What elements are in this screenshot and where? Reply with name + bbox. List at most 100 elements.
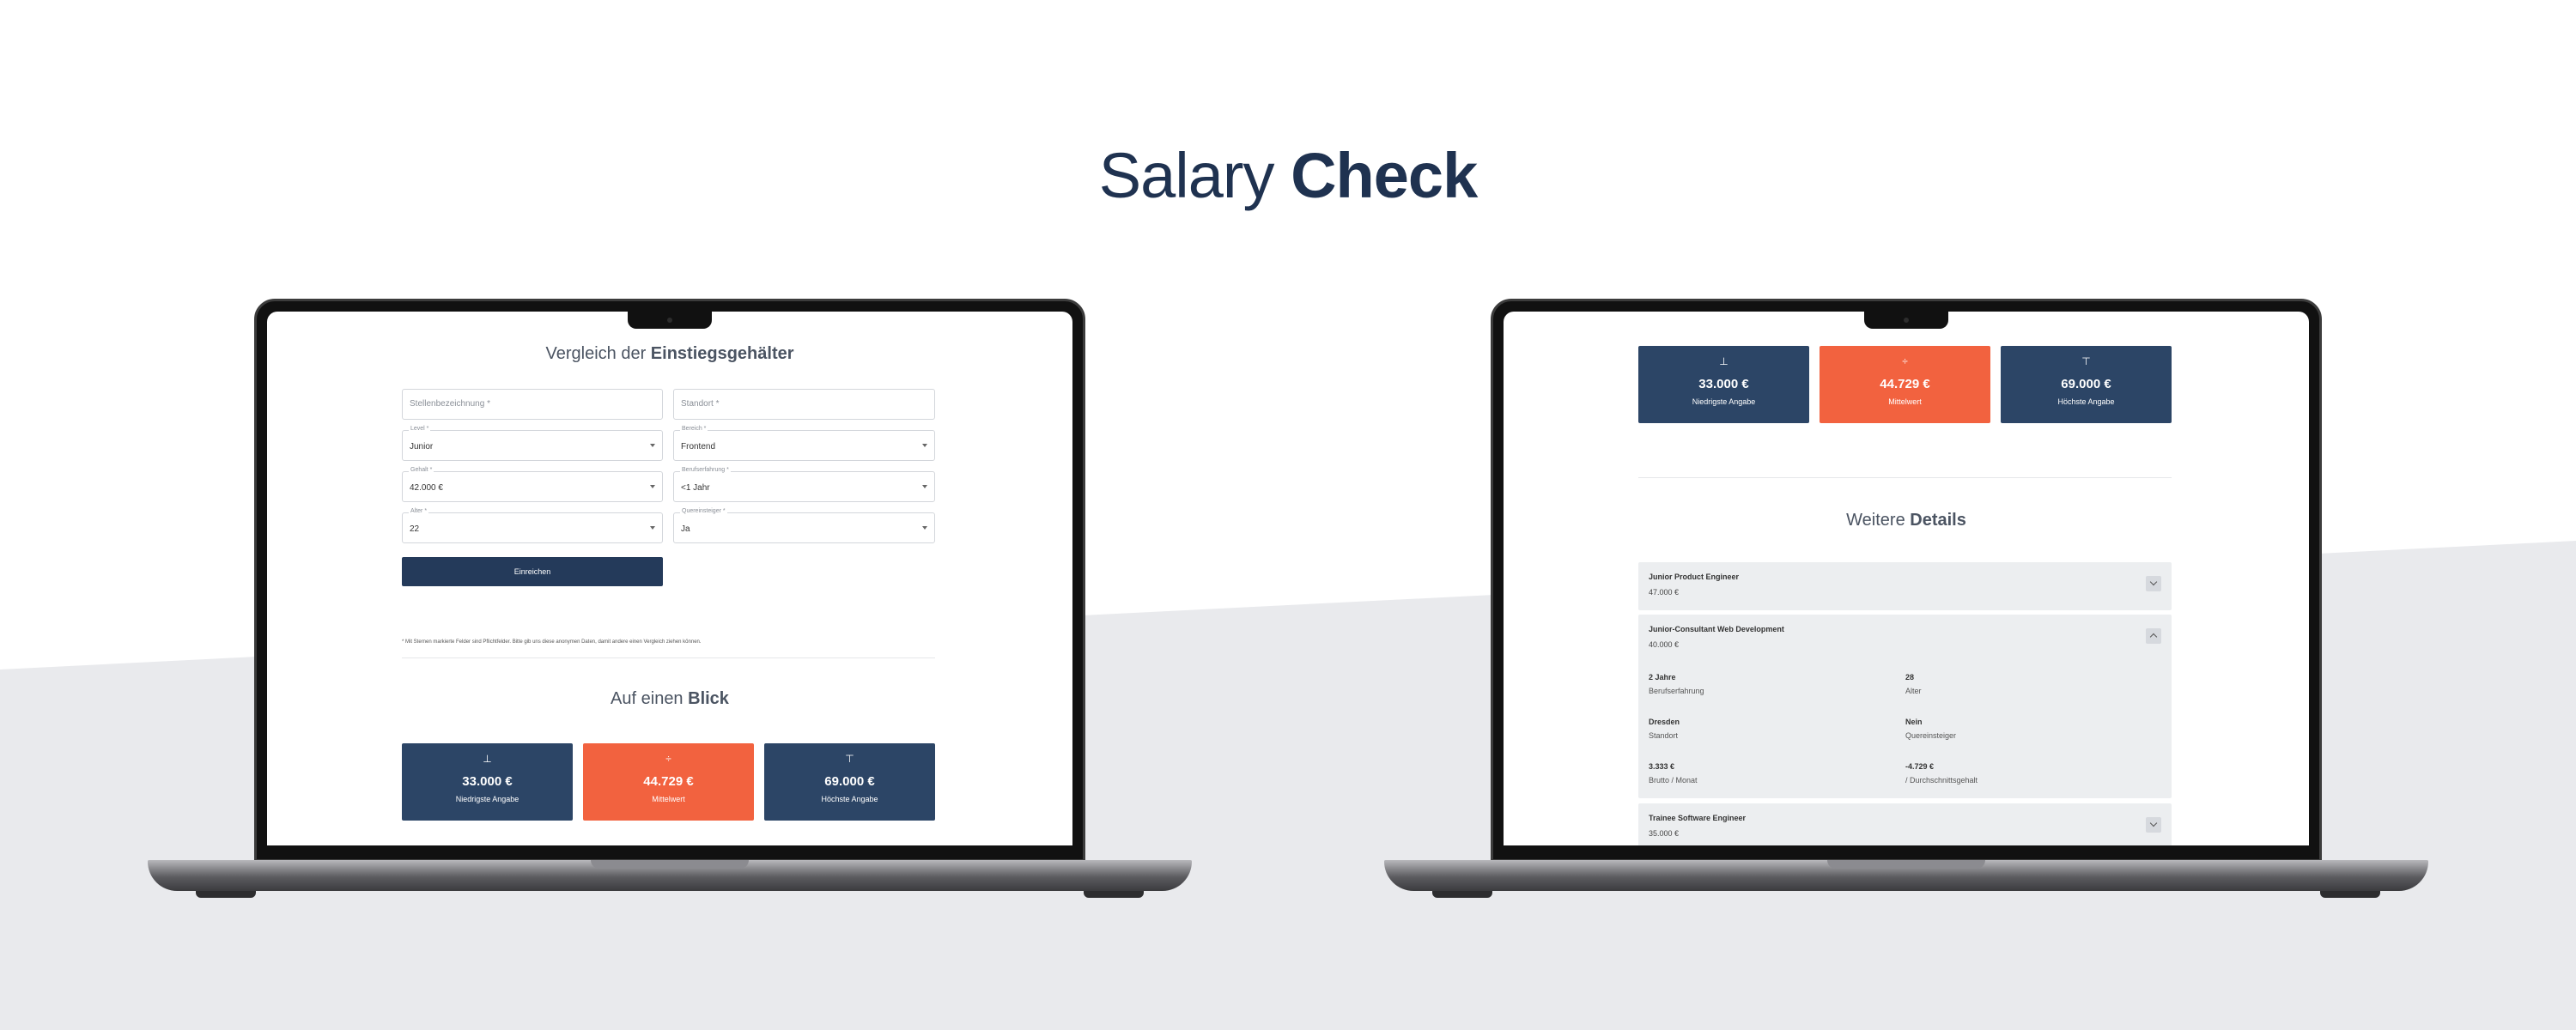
laptop-base	[148, 860, 1192, 891]
detail-item-salary: 35.000 €	[1649, 829, 1680, 838]
form-heading: Vergleich der Einstiegsgehälter	[267, 344, 1072, 364]
detail-item-expanded[interactable]: Junior-Consultant Web Development 40.000…	[1638, 615, 2172, 798]
detail-value: 3.333 €	[1649, 762, 1675, 771]
screen-form: Vergleich der Einstiegsgehälter Stellenb…	[267, 312, 1072, 845]
job-title-input[interactable]: Stellenbezeichnung *	[402, 389, 663, 420]
chevron-down-icon	[922, 526, 927, 530]
location-input[interactable]: Standort *	[673, 389, 935, 420]
camera-notch	[628, 312, 712, 329]
stat-card-highest: ⊤ 69.000 € Höchste Angabe	[2001, 346, 2172, 423]
chevron-down-icon	[922, 485, 927, 488]
laptop-left: Vergleich der Einstiegsgehälter Stellenb…	[148, 299, 1192, 901]
stat-card-average: ÷ 44.729 € Mittelwert	[1820, 346, 1990, 423]
divide-icon: ÷	[1902, 355, 1908, 367]
hero-title-light: Salary	[1098, 140, 1275, 211]
details-heading: Weitere Details	[1504, 511, 2309, 530]
detail-key: Berufserfahrung	[1649, 687, 1704, 695]
age-select[interactable]: Alter * 22	[402, 508, 663, 543]
salary-value: 42.000 €	[410, 483, 443, 493]
camera-notch	[1864, 312, 1948, 329]
detail-key: Brutto / Monat	[1649, 776, 1698, 785]
overview-heading: Auf einen Blick	[267, 689, 1072, 709]
detail-value: -4.729 €	[1905, 762, 1935, 771]
maximum-icon: ⊤	[2081, 355, 2091, 367]
hero-title-bold: Check	[1291, 140, 1478, 211]
detail-item-title: Junior-Consultant Web Development	[1649, 625, 1784, 633]
submit-button[interactable]: Einreichen	[402, 557, 663, 586]
stat-caption: Höchste Angabe	[821, 795, 878, 803]
divider	[402, 657, 935, 658]
chevron-up-icon[interactable]	[2146, 628, 2161, 644]
area-value: Frontend	[681, 442, 716, 451]
chevron-down-icon	[650, 444, 655, 447]
stat-caption: Niedrigste Angabe	[455, 795, 519, 803]
laptop-right: ⊥ 33.000 € Niedrigste Angabe ÷ 44.729 € …	[1384, 299, 2428, 901]
form-heading-light: Vergleich der	[545, 344, 647, 363]
minimum-icon: ⊥	[1719, 355, 1728, 367]
detail-item-title: Junior Product Engineer	[1649, 573, 1740, 581]
chevron-down-icon	[650, 485, 655, 488]
detail-value: 2 Jahre	[1649, 673, 1676, 682]
stat-caption: Niedrigste Angabe	[1692, 397, 1756, 406]
stat-amount: 69.000 €	[824, 774, 875, 789]
chevron-down-icon[interactable]	[2146, 576, 2161, 591]
detail-vs-average: -4.729 € / Durchschnittsgehalt	[1905, 762, 1978, 785]
experience-value: <1 Jahr	[681, 483, 710, 493]
detail-item-collapsed[interactable]: Junior Product Engineer 47.000 €	[1638, 562, 2172, 610]
age-value: 22	[410, 524, 420, 534]
level-label: Level *	[409, 426, 431, 432]
footnote: * Mit Sternen markierte Felder sind Pfli…	[402, 639, 702, 645]
detail-item-salary: 47.000 €	[1649, 588, 1680, 597]
detail-career-changer: Nein Quereinsteiger	[1905, 718, 1956, 740]
stat-amount: 33.000 €	[462, 774, 513, 789]
detail-item-salary: 40.000 €	[1649, 640, 1680, 649]
laptop-foot	[1432, 891, 1492, 898]
overview-heading-light: Auf einen	[611, 689, 683, 708]
details-heading-light: Weitere	[1846, 511, 1905, 530]
area-label: Bereich *	[680, 426, 708, 432]
experience-select[interactable]: Berufserfahrung * <1 Jahr	[673, 467, 935, 502]
detail-item-title: Trainee Software Engineer	[1649, 814, 1747, 822]
detail-item-collapsed[interactable]: Trainee Software Engineer 35.000 €	[1638, 803, 2172, 845]
divider	[1638, 477, 2172, 478]
salary-select[interactable]: Gehalt * 42.000 €	[402, 467, 663, 502]
stat-amount: 33.000 €	[1698, 377, 1749, 391]
chevron-down-icon[interactable]	[2146, 817, 2161, 833]
camera-icon	[1904, 318, 1909, 323]
stat-amount: 44.729 €	[1880, 377, 1930, 391]
stat-card-lowest: ⊥ 33.000 € Niedrigste Angabe	[402, 743, 573, 821]
camera-icon	[667, 318, 672, 323]
stat-card-average: ÷ 44.729 € Mittelwert	[583, 743, 754, 821]
detail-experience: 2 Jahre Berufserfahrung	[1649, 673, 1704, 695]
hero-title: Salary Check	[0, 139, 2576, 212]
laptop-foot	[196, 891, 256, 898]
stat-amount: 69.000 €	[2061, 377, 2111, 391]
area-select[interactable]: Bereich * Frontend	[673, 426, 935, 461]
laptop-lid: ⊥ 33.000 € Niedrigste Angabe ÷ 44.729 € …	[1491, 299, 2322, 862]
career-changer-label: Quereinsteiger *	[680, 508, 727, 514]
level-select[interactable]: Level * Junior	[402, 426, 663, 461]
laptop-foot	[1084, 891, 1144, 898]
career-changer-value: Ja	[681, 524, 690, 534]
trackpad-notch	[1827, 860, 1985, 869]
laptop-foot	[2320, 891, 2380, 898]
detail-key: Alter	[1905, 687, 1922, 695]
stat-caption: Mittelwert	[1888, 397, 1922, 406]
chevron-down-icon	[650, 526, 655, 530]
minimum-icon: ⊥	[483, 753, 492, 765]
career-changer-select[interactable]: Quereinsteiger * Ja	[673, 508, 935, 543]
overview-heading-bold: Blick	[688, 689, 729, 708]
age-label: Alter *	[409, 508, 429, 514]
experience-label: Berufserfahrung *	[680, 467, 731, 473]
stat-card-lowest: ⊥ 33.000 € Niedrigste Angabe	[1638, 346, 1809, 423]
salary-label: Gehalt *	[409, 467, 434, 473]
level-value: Junior	[410, 442, 434, 451]
stat-card-highest: ⊤ 69.000 € Höchste Angabe	[764, 743, 935, 821]
stat-caption: Höchste Angabe	[2057, 397, 2115, 406]
detail-gross-month: 3.333 € Brutto / Monat	[1649, 762, 1698, 785]
location-placeholder: Standort *	[681, 399, 720, 409]
laptop-lid: Vergleich der Einstiegsgehälter Stellenb…	[254, 299, 1085, 862]
stat-amount: 44.729 €	[643, 774, 694, 789]
detail-age: 28 Alter	[1905, 673, 1922, 695]
detail-key: Standort	[1649, 731, 1679, 740]
